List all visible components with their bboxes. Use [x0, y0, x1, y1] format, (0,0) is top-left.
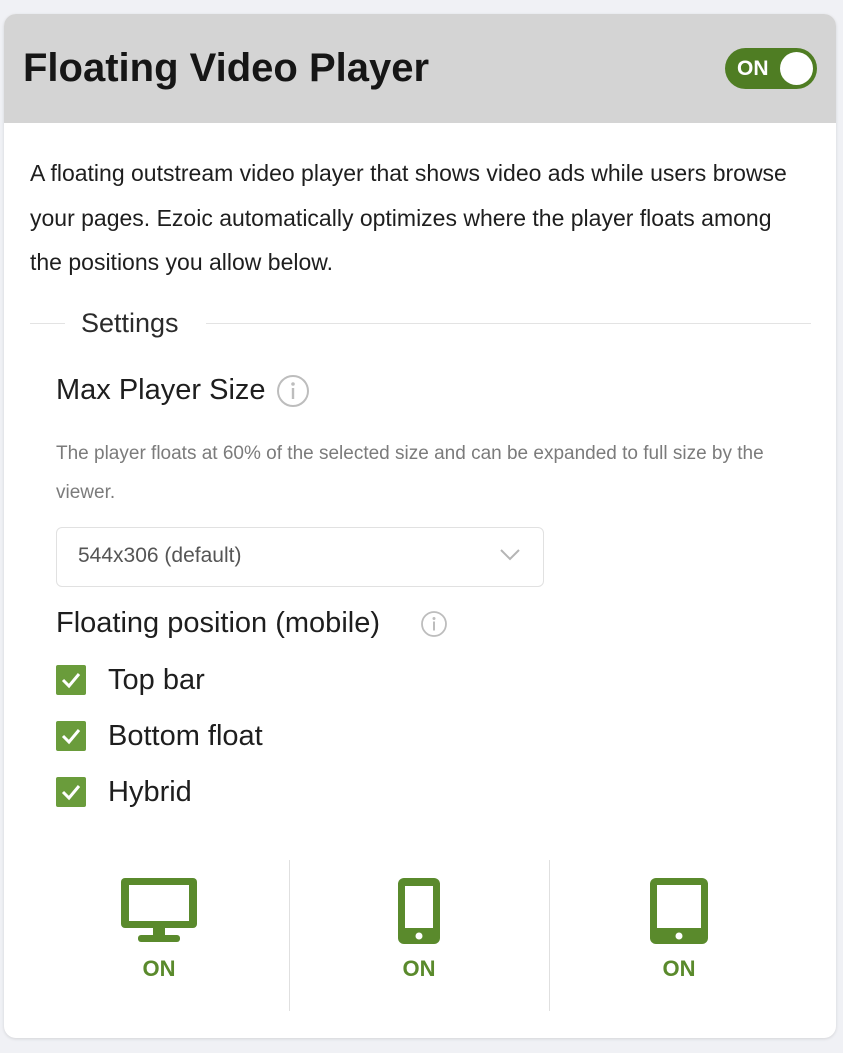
enable-toggle[interactable]: ON [725, 48, 817, 89]
device-toggle-tablet[interactable]: ON [579, 876, 779, 986]
mobile-icon [398, 878, 440, 944]
settings-legend: Settings [81, 308, 179, 338]
check-icon [61, 673, 81, 689]
settings-divider-right [206, 323, 811, 324]
check-icon [61, 729, 81, 745]
card-header: Floating Video Player ON [4, 14, 836, 123]
max-player-size-select[interactable]: 544x306 (default) [56, 527, 544, 587]
device-status-desktop: ON [142, 956, 176, 981]
device-divider [549, 860, 550, 1011]
check-icon [61, 785, 81, 801]
floating-video-player-card: Floating Video Player ON A floating outs… [4, 14, 836, 1038]
toggle-knob [780, 52, 813, 85]
toggle-label: ON [737, 57, 769, 80]
device-toggle-mobile[interactable]: ON [319, 876, 519, 986]
checkbox-label: Bottom float [108, 720, 263, 752]
device-toggle-desktop[interactable]: ON [59, 876, 259, 986]
checkbox-checked[interactable] [56, 777, 86, 807]
info-icon[interactable] [420, 610, 448, 638]
floating-position-label: Floating position (mobile) [56, 607, 380, 639]
device-status-mobile: ON [402, 956, 436, 981]
tablet-icon [650, 878, 708, 944]
info-icon[interactable] [276, 374, 310, 408]
max-player-size-hint: The player floats at 60% of the selected… [56, 443, 764, 503]
feature-description: A floating outstream video player that s… [30, 160, 787, 275]
settings-divider-left [30, 323, 65, 324]
chevron-down-icon [500, 549, 520, 561]
checkbox-label: Top bar [108, 664, 205, 696]
checkbox-checked[interactable] [56, 721, 86, 751]
checkbox-label: Hybrid [108, 776, 192, 808]
desktop-icon [121, 878, 197, 942]
select-value: 544x306 (default) [78, 544, 242, 567]
max-player-size-label: Max Player Size [56, 374, 266, 406]
checkbox-checked[interactable] [56, 665, 86, 695]
device-divider [289, 860, 290, 1011]
card-title: Floating Video Player [23, 46, 430, 90]
device-status-tablet: ON [662, 956, 696, 981]
